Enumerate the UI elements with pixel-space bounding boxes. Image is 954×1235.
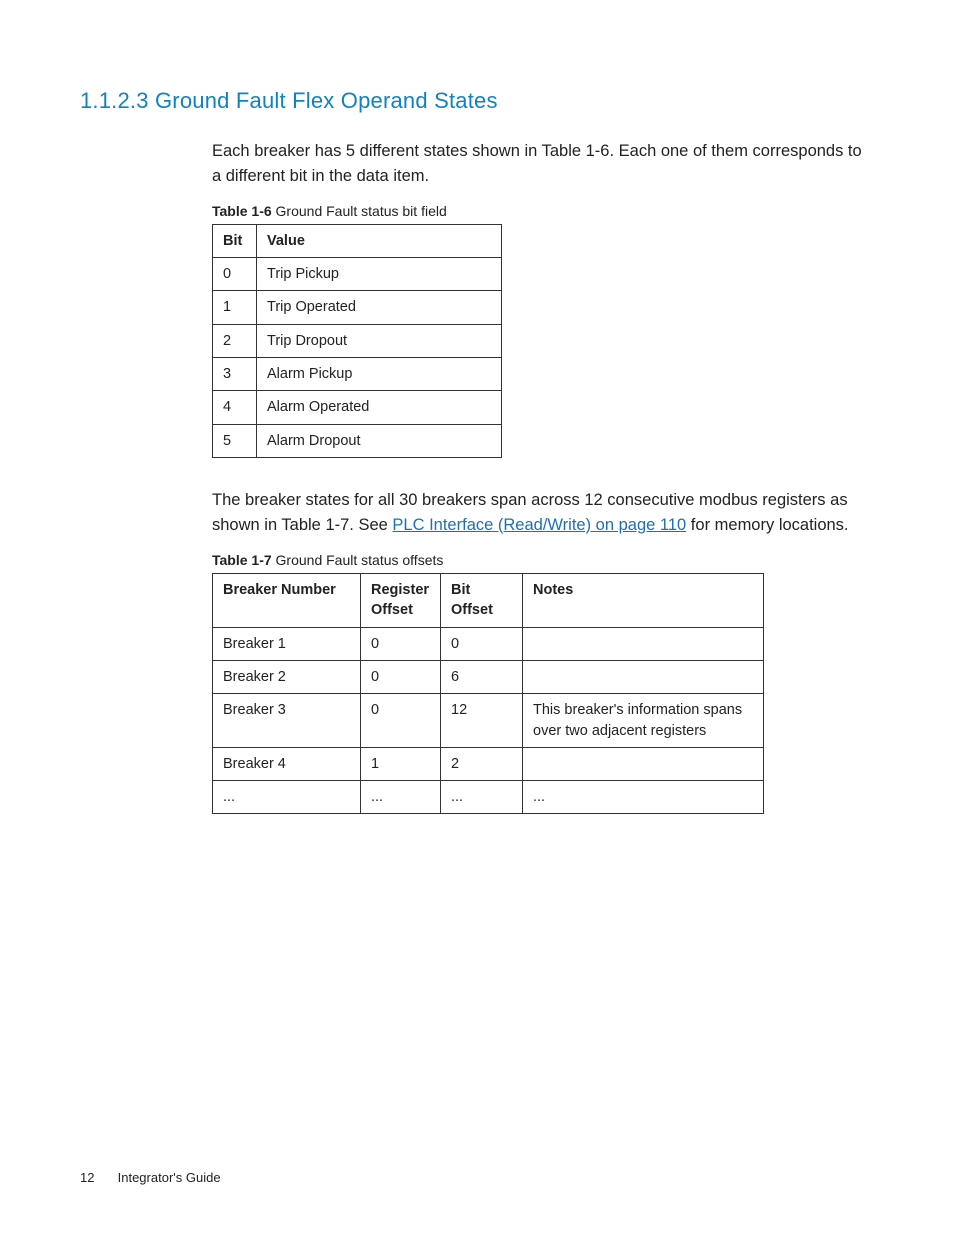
caption-text: Ground Fault status offsets xyxy=(272,552,444,568)
cell-breaker: Breaker 1 xyxy=(213,627,361,660)
table-row: 2 Trip Dropout xyxy=(213,324,502,357)
table-1-6-caption: Table 1-6 Ground Fault status bit field xyxy=(212,202,874,222)
para2-text-b: for memory locations. xyxy=(686,516,848,534)
table-row: 1 Trip Operated xyxy=(213,291,502,324)
body-content: Each breaker has 5 different states show… xyxy=(212,139,874,815)
cell-bit: ... xyxy=(441,781,523,814)
table-row: 3 Alarm Pickup xyxy=(213,358,502,391)
cell-notes: This breaker's information spans over tw… xyxy=(523,694,764,748)
cell-bit: 4 xyxy=(213,391,257,424)
cell-bit: 12 xyxy=(441,694,523,748)
cell-register: 0 xyxy=(361,627,441,660)
th-value: Value xyxy=(257,224,502,257)
cell-notes xyxy=(523,627,764,660)
cell-value: Trip Operated xyxy=(257,291,502,324)
table-row: Breaker 2 0 6 xyxy=(213,660,764,693)
table-row: 4 Alarm Operated xyxy=(213,391,502,424)
th-bit: Bit xyxy=(213,224,257,257)
footer-title: Integrator's Guide xyxy=(118,1170,221,1185)
plc-interface-link[interactable]: PLC Interface (Read/Write) on page 110 xyxy=(392,516,686,534)
page: 1.1.2.3 Ground Fault Flex Operand States… xyxy=(0,0,954,1235)
intro-paragraph-1: Each breaker has 5 different states show… xyxy=(212,139,874,189)
caption-bold: Table 1-6 xyxy=(212,203,272,219)
section-heading: 1.1.2.3 Ground Fault Flex Operand States xyxy=(80,86,874,117)
cell-bit: 1 xyxy=(213,291,257,324)
cell-value: Alarm Dropout xyxy=(257,424,502,457)
cell-notes: ... xyxy=(523,781,764,814)
cell-notes xyxy=(523,747,764,780)
th-notes: Notes xyxy=(523,574,764,628)
cell-bit: 3 xyxy=(213,358,257,391)
cell-register: 0 xyxy=(361,694,441,748)
th-breaker-number: Breaker Number xyxy=(213,574,361,628)
cell-breaker: Breaker 2 xyxy=(213,660,361,693)
cell-register: ... xyxy=(361,781,441,814)
th-bit-offset: Bit Offset xyxy=(441,574,523,628)
table-row: 0 Trip Pickup xyxy=(213,258,502,291)
table-row: Breaker 1 0 0 xyxy=(213,627,764,660)
cell-bit: 0 xyxy=(441,627,523,660)
cell-value: Alarm Pickup xyxy=(257,358,502,391)
cell-value: Alarm Operated xyxy=(257,391,502,424)
page-footer: 12 Integrator's Guide xyxy=(80,1169,221,1187)
table-row: ... ... ... ... xyxy=(213,781,764,814)
cell-notes xyxy=(523,660,764,693)
th-register-offset: Register Offset xyxy=(361,574,441,628)
table-1-6: Bit Value 0 Trip Pickup 1 Trip Operated … xyxy=(212,224,502,458)
table-row: Breaker 3 0 12 This breaker's informatio… xyxy=(213,694,764,748)
cell-bit: 5 xyxy=(213,424,257,457)
table-header-row: Breaker Number Register Offset Bit Offse… xyxy=(213,574,764,628)
cell-value: Trip Pickup xyxy=(257,258,502,291)
table-1-7-caption: Table 1-7 Ground Fault status offsets xyxy=(212,551,874,571)
intro-paragraph-2: The breaker states for all 30 breakers s… xyxy=(212,488,874,538)
cell-bit: 6 xyxy=(441,660,523,693)
cell-bit: 0 xyxy=(213,258,257,291)
caption-bold: Table 1-7 xyxy=(212,552,272,568)
table-1-7: Breaker Number Register Offset Bit Offse… xyxy=(212,573,764,814)
cell-breaker: ... xyxy=(213,781,361,814)
table-row: 5 Alarm Dropout xyxy=(213,424,502,457)
cell-register: 0 xyxy=(361,660,441,693)
table-header-row: Bit Value xyxy=(213,224,502,257)
caption-text: Ground Fault status bit field xyxy=(272,203,447,219)
table-row: Breaker 4 1 2 xyxy=(213,747,764,780)
cell-bit: 2 xyxy=(441,747,523,780)
page-number: 12 xyxy=(80,1169,114,1187)
cell-register: 1 xyxy=(361,747,441,780)
cell-bit: 2 xyxy=(213,324,257,357)
cell-breaker: Breaker 4 xyxy=(213,747,361,780)
cell-breaker: Breaker 3 xyxy=(213,694,361,748)
cell-value: Trip Dropout xyxy=(257,324,502,357)
